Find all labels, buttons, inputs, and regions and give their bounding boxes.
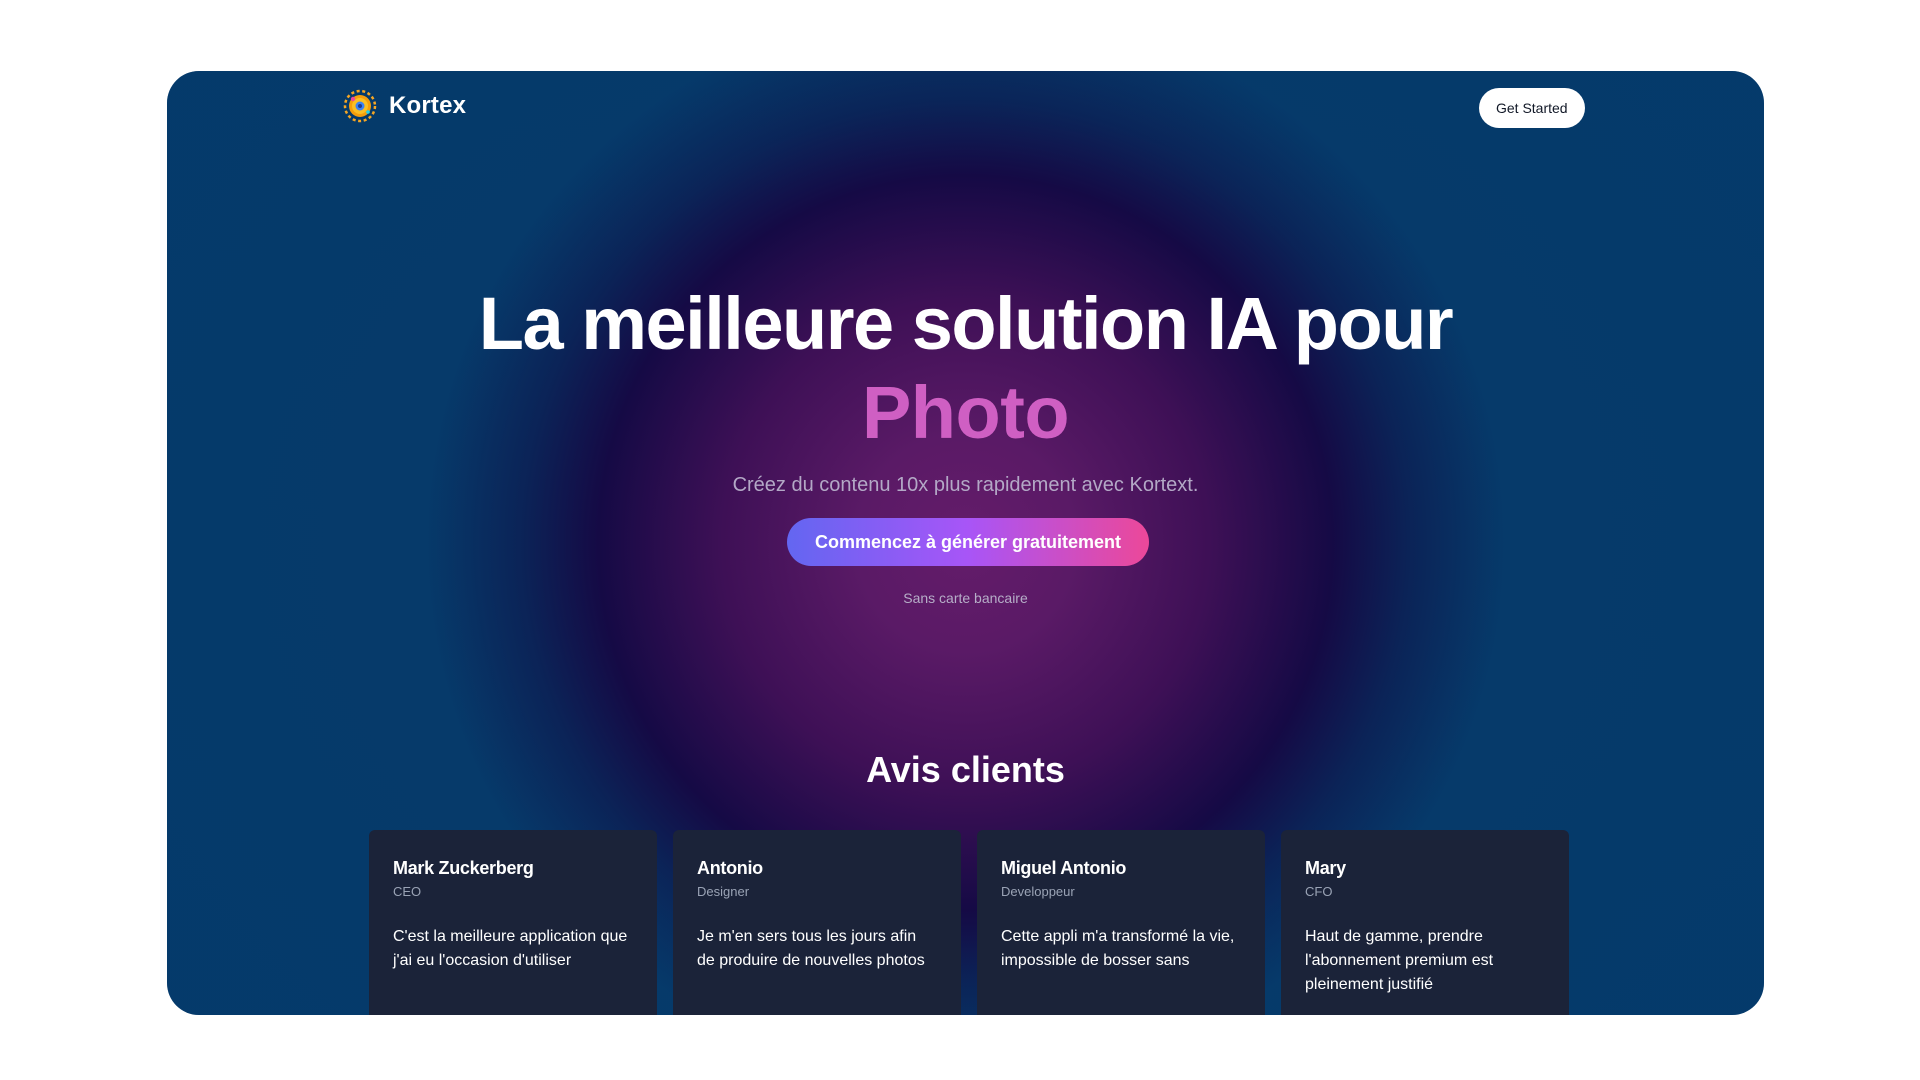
sun-logo-icon — [343, 89, 377, 123]
testimonials-list: Mark Zuckerberg CEO C'est la meilleure a… — [369, 830, 1569, 1015]
hero-title: La meilleure solution IA pour — [478, 282, 1454, 365]
testimonial-name: Antonio — [697, 858, 763, 878]
brand-name: Kortex — [389, 92, 467, 119]
navbar: Kortex Get Started — [167, 71, 1764, 143]
testimonial-card: Mark Zuckerberg CEO C'est la meilleure a… — [369, 830, 657, 1015]
landing-page: Kortex Get Started La meilleure solution… — [167, 71, 1764, 1015]
testimonial-quote: Haut de gamme, prendre l'abonnement prem… — [1305, 928, 1494, 993]
testimonial-quote: Je m'en sers tous les jours afin de prod… — [697, 928, 925, 969]
testimonial-quote: C'est la meilleure application que j'ai … — [393, 928, 628, 969]
hero-subtitle: Créez du contenu 10x plus rapidement ave… — [732, 474, 1199, 496]
testimonial-role: Developpeur — [1001, 884, 1075, 899]
testimonial-role: CEO — [393, 884, 422, 899]
testimonial-card: Mary CFO Haut de gamme, prendre l'abonne… — [1281, 830, 1569, 1015]
testimonial-role: Designer — [697, 884, 750, 899]
no-card-note: Sans carte bancaire — [903, 590, 1028, 606]
testimonial-quote: Cette appli m'a transformé la vie, impos… — [1001, 928, 1235, 969]
testimonial-name: Mary — [1305, 858, 1346, 878]
hero-highlight-word: Photo — [861, 371, 1070, 454]
testimonial-name: Mark Zuckerberg — [393, 858, 534, 878]
brand-logo[interactable]: Kortex — [343, 89, 466, 123]
testimonial-card: Antonio Designer Je m'en sers tous les j… — [673, 830, 961, 1015]
testimonials-heading: Avis clients — [866, 749, 1065, 790]
testimonial-name: Miguel Antonio — [1001, 858, 1127, 878]
testimonial-role: CFO — [1305, 884, 1333, 899]
start-free-button[interactable]: Commencez à générer gratuitement — [787, 518, 1149, 566]
get-started-button[interactable]: Get Started — [1479, 88, 1585, 128]
testimonial-card: Miguel Antonio Developpeur Cette appli m… — [977, 830, 1265, 1015]
